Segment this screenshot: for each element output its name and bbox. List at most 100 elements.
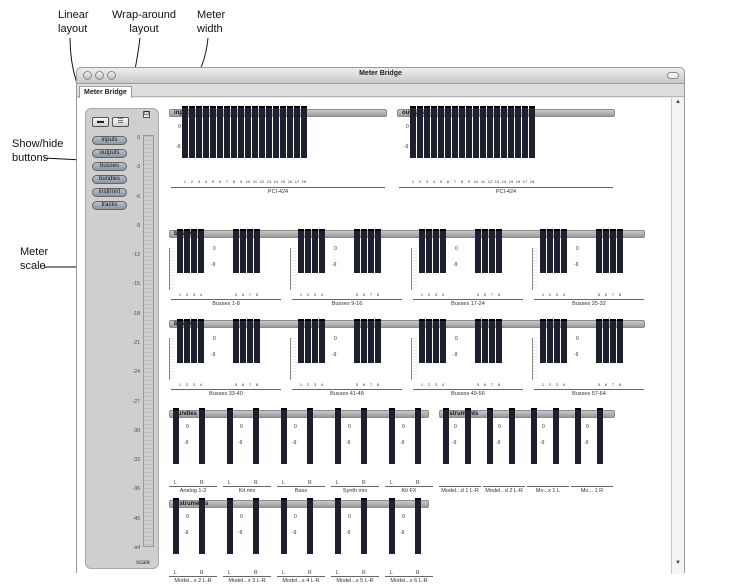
scale-mark-minus9: -9 <box>584 440 589 446</box>
meter-bar <box>247 319 253 363</box>
mini-scale <box>411 338 417 380</box>
channel-number: 14 <box>273 179 279 184</box>
group-caption: Mo... 1 R <box>571 486 613 494</box>
channel-number: 7 <box>248 382 252 387</box>
group-caption: Model...d 1 L-R <box>439 486 481 494</box>
channel-number: 16 <box>287 179 293 184</box>
bundle-meter-r <box>361 408 367 464</box>
channel-number: 2 <box>418 179 422 184</box>
show-inputs-button[interactable]: inputs <box>92 136 127 145</box>
meter-bar <box>240 229 246 273</box>
instrument-meter-r <box>307 498 313 554</box>
show-instruments-button[interactable]: instrmnt <box>92 188 127 197</box>
linear-layout-button[interactable]: ▬ <box>92 117 109 127</box>
channel-number: 2 <box>306 292 310 297</box>
vertical-scrollbar[interactable]: ▲ ▼ <box>671 98 684 574</box>
meter-bar <box>426 319 432 363</box>
busses2-meters-b <box>233 319 260 363</box>
toolbar-toggle-button[interactable] <box>667 72 679 79</box>
channel-number: 15 <box>280 179 286 184</box>
show-outputs-button[interactable]: outputs <box>92 149 127 158</box>
channel-number: 3 <box>434 292 438 297</box>
channel-numbers: 1234 <box>419 382 446 387</box>
meter-bar <box>319 229 325 273</box>
group-caption: Busses 33-40 <box>171 389 281 397</box>
channel-number: 3 <box>313 382 317 387</box>
tab-meter-bridge[interactable]: Meter Bridge <box>79 86 132 98</box>
scale-mark-zero: 0 <box>576 246 579 252</box>
channel-number: 4 <box>320 382 324 387</box>
group-caption: Busses 49-56 <box>413 389 523 397</box>
scale-mark-minus9: -9 <box>211 262 216 268</box>
channel-number: 9 <box>467 179 471 184</box>
show-tracks-button[interactable]: tracks <box>92 201 127 210</box>
scale-mark-minus9: -9 <box>184 530 189 536</box>
scale-tick: -27 <box>132 398 140 405</box>
meter-bar <box>198 229 204 273</box>
channel-number: 4 <box>320 292 324 297</box>
meter-bar <box>281 498 287 554</box>
instrument-meter-l <box>531 408 537 464</box>
meter-bar <box>305 319 311 363</box>
meter-bar <box>487 106 493 158</box>
wrap-around-layout-button[interactable]: ☰ <box>112 117 129 127</box>
scale-tick: -21 <box>132 340 140 346</box>
meter-bar <box>540 229 546 273</box>
meter-bar <box>452 106 458 158</box>
channel-number: 8 <box>497 292 501 297</box>
mini-scale <box>169 248 175 290</box>
scale-label: scale <box>136 560 151 566</box>
group-caption: Busses 1-8 <box>171 299 281 307</box>
scale-mark-minus9: -9 <box>496 440 501 446</box>
channel-number: 1 <box>178 292 182 297</box>
group-caption: Mo...x 1 L <box>527 486 569 494</box>
scroll-down-arrow-icon[interactable]: ▼ <box>675 560 681 566</box>
show-busses-button[interactable]: busses <box>92 162 127 171</box>
meter-bar <box>184 229 190 273</box>
show-bundles-button[interactable]: bundles <box>92 175 127 184</box>
bundle-meter-l <box>389 408 395 464</box>
meter-bar <box>254 229 260 273</box>
callout-linear-layout: Linear layout <box>58 9 89 35</box>
meter-bar <box>459 106 465 158</box>
meter-scale[interactable] <box>143 135 154 547</box>
scale-mark-minus9: -9 <box>238 440 243 446</box>
meter-width-button[interactable]: ⊡ <box>143 111 150 118</box>
channel-number: 5 <box>476 292 480 297</box>
scale-mark-zero: 0 <box>586 424 589 430</box>
scale-tick: -24 <box>132 369 140 376</box>
meter-bar <box>227 498 233 554</box>
meter-bar <box>554 229 560 273</box>
channel-number: 14 <box>501 179 507 184</box>
instrument-meter-r <box>199 498 205 554</box>
meter-bar <box>522 106 528 158</box>
callout-meter-width: Meter width <box>197 9 226 35</box>
meter-bar <box>233 319 239 363</box>
channel-number: 2 <box>427 292 431 297</box>
scroll-up-arrow-icon[interactable]: ▲ <box>675 99 681 105</box>
meter-bar <box>509 408 515 464</box>
channel-number: 12 <box>259 179 265 184</box>
scale-mark-minus9: -9 <box>453 352 458 358</box>
scale-mark-zero: 0 <box>576 336 579 342</box>
channel-number: 1 <box>299 292 303 297</box>
channel-number: 5 <box>597 292 601 297</box>
meter-bar <box>273 106 279 158</box>
scale-mark-zero: 0 <box>334 246 337 252</box>
meter-bar <box>443 408 449 464</box>
channel-number: 2 <box>185 292 189 297</box>
channel-number: 2 <box>548 292 552 297</box>
scale-mark-minus9: -9 <box>404 144 409 150</box>
instrument-meter-l <box>335 498 341 554</box>
mini-scale <box>532 338 538 380</box>
meter-bar <box>280 106 286 158</box>
meter-bar <box>597 408 603 464</box>
callout-wrap-layout: Wrap-around layout <box>112 9 176 35</box>
meter-bar <box>440 319 446 363</box>
channel-numbers: 5678 <box>354 382 381 387</box>
instrument-meter-r <box>509 408 515 464</box>
channel-number: 4 <box>204 179 208 184</box>
busses2-meters-a <box>298 319 325 363</box>
scale-mark-minus9: -9 <box>346 440 351 446</box>
channel-numbers: 1234 <box>419 292 446 297</box>
